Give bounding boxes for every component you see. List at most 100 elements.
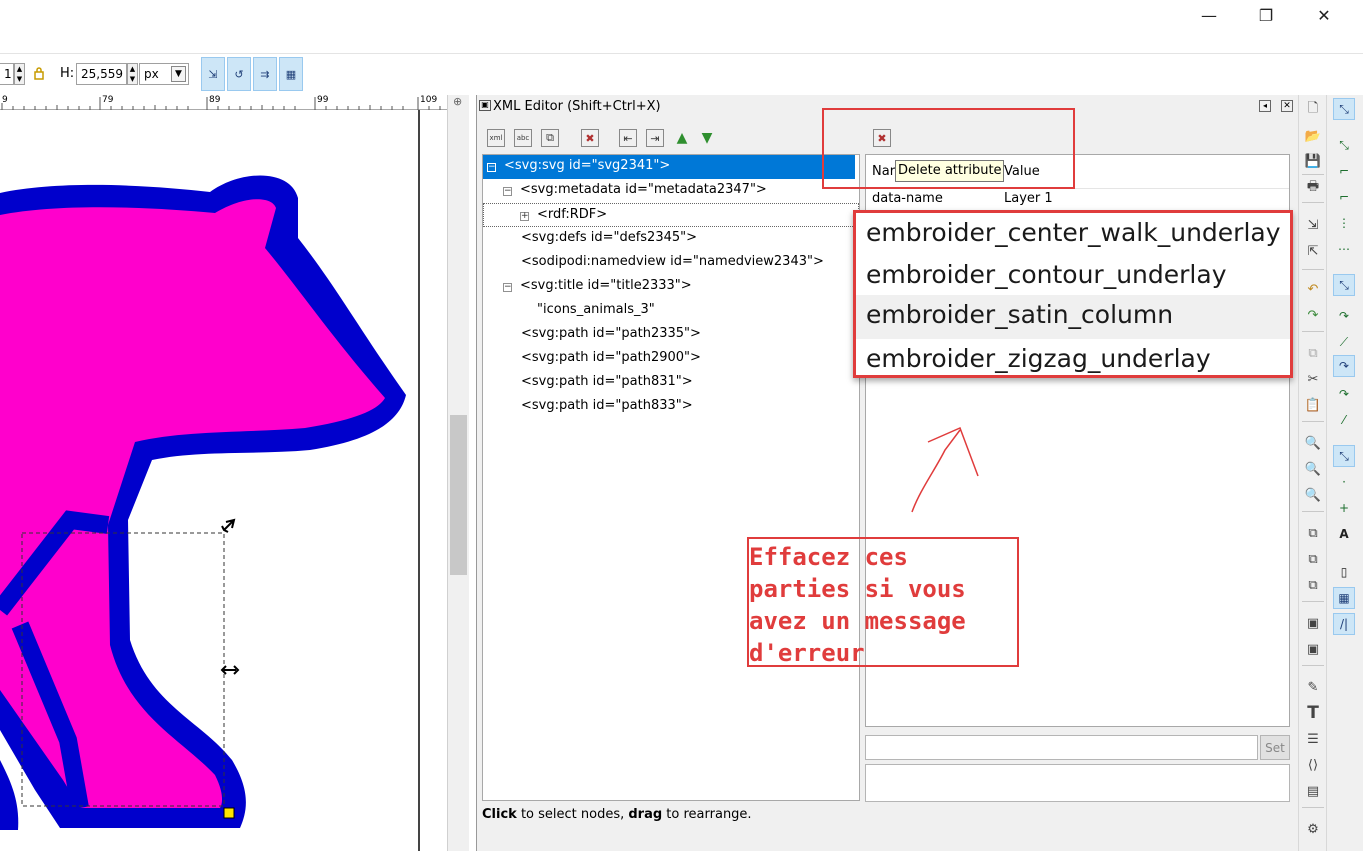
expand-icon[interactable]: + bbox=[520, 212, 529, 221]
group-icon[interactable]: ▣ bbox=[1303, 613, 1323, 633]
undo-icon[interactable]: ↶ bbox=[1303, 279, 1323, 299]
snap-object-midpoints-icon[interactable]: · bbox=[1333, 471, 1355, 493]
panel-iconify-button[interactable]: ◂ bbox=[1259, 100, 1271, 112]
tree-node-path831[interactable]: <svg:path id="path831"> bbox=[521, 371, 693, 395]
close-button[interactable]: ✕ bbox=[1296, 0, 1352, 30]
attribute-value-textarea[interactable] bbox=[865, 764, 1290, 802]
snap-line-midpoints-icon[interactable]: ⁄ bbox=[1333, 409, 1355, 431]
cut-icon[interactable]: ✂ bbox=[1303, 369, 1323, 389]
zoomed-attribute: embroider_satin_column bbox=[856, 295, 1290, 339]
snap-page-border-icon[interactable]: ▯ bbox=[1333, 561, 1355, 583]
tree-node-path833[interactable]: <svg:path id="path833"> bbox=[521, 395, 693, 419]
lower-node-button[interactable]: ▼ bbox=[698, 129, 716, 147]
bear-left-paw bbox=[0, 760, 19, 830]
new-element-node-button[interactable]: xml bbox=[487, 129, 505, 147]
snap-bbox-corner-icon[interactable]: ⌐ bbox=[1333, 186, 1355, 208]
snap-cusp-nodes-icon[interactable]: ↷ bbox=[1333, 355, 1355, 377]
ruler-label: 9 bbox=[2, 95, 8, 105]
width-spinner[interactable]: ▲ ▼ bbox=[14, 63, 25, 85]
text-font-icon[interactable]: T bbox=[1303, 703, 1323, 723]
zoom-icon[interactable]: ⊕ bbox=[453, 95, 462, 108]
raise-node-button[interactable]: ▲ bbox=[673, 129, 691, 147]
copy-icon[interactable]: ⧉ bbox=[1303, 343, 1323, 363]
drawing-canvas[interactable] bbox=[0, 110, 447, 851]
collapse-icon[interactable]: − bbox=[503, 283, 512, 292]
snap-smooth-nodes-icon[interactable]: ↷ bbox=[1333, 383, 1355, 405]
export-icon[interactable]: ⇱ bbox=[1303, 241, 1323, 261]
ungroup-icon[interactable]: ▣ bbox=[1303, 639, 1323, 659]
xml-editor-icon[interactable]: ⟨⟩ bbox=[1303, 755, 1323, 775]
snap-nodes-icon[interactable]: ⤡ bbox=[1333, 274, 1355, 296]
zoom-page-icon[interactable]: 🔍 bbox=[1303, 485, 1323, 505]
scale-handle-right[interactable] bbox=[220, 665, 240, 675]
snap-toggle-icon[interactable]: ⤡ bbox=[1333, 98, 1355, 120]
collapse-icon[interactable]: − bbox=[503, 187, 512, 196]
preferences-icon[interactable]: ⚙ bbox=[1303, 819, 1323, 839]
scale-handle-top-right[interactable] bbox=[221, 518, 236, 533]
print-icon[interactable]: 🖶 bbox=[1303, 178, 1323, 198]
tree-node-path2900[interactable]: <svg:path id="path2900"> bbox=[521, 347, 701, 371]
tree-node-title[interactable]: − <svg:title id="title2333"> bbox=[503, 275, 692, 299]
attribute-row[interactable]: data-name Layer 1 bbox=[872, 191, 1282, 211]
duplicate-icon[interactable]: ⧉ bbox=[1303, 523, 1323, 543]
delete-node-button[interactable]: ✖ bbox=[581, 129, 599, 147]
snap-bbox-center-icon[interactable]: ⋯ bbox=[1333, 238, 1355, 260]
snap-text-baseline-icon[interactable]: A bbox=[1333, 523, 1355, 545]
scale-stroke-button[interactable]: ⇲ bbox=[201, 57, 225, 91]
scale-handle-bottom-right[interactable] bbox=[223, 807, 235, 819]
snap-others-icon[interactable]: ⤡ bbox=[1333, 445, 1355, 467]
new-text-node-button[interactable]: abc bbox=[514, 129, 532, 147]
snap-bbox-icon[interactable]: ⤡ bbox=[1333, 134, 1355, 156]
fill-stroke-icon[interactable]: ✎ bbox=[1303, 677, 1323, 697]
snap-rotation-center-icon[interactable]: + bbox=[1333, 497, 1355, 519]
zoom-drawing-icon[interactable]: 🔍 bbox=[1303, 459, 1323, 479]
move-gradients-button[interactable]: ⇉ bbox=[253, 57, 277, 91]
width-input[interactable]: 1 bbox=[0, 63, 14, 85]
snap-bbox-midpoint-icon[interactable]: ⋮ bbox=[1333, 212, 1355, 234]
tree-node-namedview[interactable]: <sodipodi:namedview id="namedview2343"> bbox=[521, 251, 824, 275]
open-file-icon[interactable]: 📂 bbox=[1303, 126, 1323, 146]
snap-paths-icon[interactable]: ↷ bbox=[1333, 305, 1355, 327]
save-icon[interactable]: 💾 bbox=[1303, 151, 1323, 171]
tree-node-label: <rdf:RDF> bbox=[537, 207, 608, 222]
tree-node-path2335[interactable]: <svg:path id="path2335"> bbox=[521, 323, 701, 347]
redo-icon[interactable]: ↷ bbox=[1303, 305, 1323, 325]
scale-corners-button[interactable]: ↺ bbox=[227, 57, 251, 91]
snap-bbox-edge-icon[interactable]: ⌐ bbox=[1333, 160, 1355, 182]
node-tree[interactable]: − <svg:svg id="svg2341"> − <svg:metadata i… bbox=[482, 154, 860, 801]
tree-node-rdf[interactable]: + <rdf:RDF> bbox=[483, 203, 859, 227]
panel-close-button[interactable]: ✕ bbox=[1281, 100, 1293, 112]
lock-icon[interactable] bbox=[33, 66, 45, 80]
unit-select[interactable]: px ▼ bbox=[139, 63, 189, 85]
window-title-bar: — ❐ ✕ bbox=[0, 0, 1363, 54]
tree-node-svg[interactable]: − <svg:svg id="svg2341"> bbox=[483, 155, 855, 179]
collapse-icon[interactable]: − bbox=[487, 163, 496, 172]
snap-intersections-icon[interactable]: ⟋ bbox=[1333, 331, 1355, 353]
paste-icon[interactable]: 📋 bbox=[1303, 395, 1323, 415]
move-patterns-button[interactable]: ▦ bbox=[279, 57, 303, 91]
import-icon[interactable]: ⇲ bbox=[1303, 215, 1323, 235]
snap-guides-icon[interactable]: /| bbox=[1333, 613, 1355, 635]
scrollbar-thumb[interactable] bbox=[450, 415, 467, 575]
unindent-node-button[interactable]: ⇤ bbox=[619, 129, 637, 147]
indent-node-button[interactable]: ⇥ bbox=[646, 129, 664, 147]
unlink-clone-icon[interactable]: ⧉ bbox=[1303, 575, 1323, 595]
duplicate-node-button[interactable]: ⧉ bbox=[541, 129, 559, 147]
tree-node-metadata[interactable]: − <svg:metadata id="metadata2347"> bbox=[503, 179, 767, 203]
clone-icon[interactable]: ⧉ bbox=[1303, 549, 1323, 569]
restore-button[interactable]: ❐ bbox=[1238, 0, 1294, 30]
zoom-selection-icon[interactable]: 🔍 bbox=[1303, 433, 1323, 453]
minimize-button[interactable]: — bbox=[1181, 0, 1237, 30]
height-spinner[interactable]: ▲ ▼ bbox=[127, 63, 138, 85]
attribute-value-input[interactable] bbox=[865, 735, 1258, 760]
new-document-icon[interactable]: 🗋 bbox=[1303, 100, 1323, 120]
snap-grid-icon[interactable]: ▦ bbox=[1333, 587, 1355, 609]
minimize-icon: — bbox=[1201, 5, 1217, 25]
height-input[interactable]: 25,559 bbox=[76, 63, 127, 85]
set-button[interactable]: Set bbox=[1260, 735, 1290, 760]
tree-node-title-text[interactable]: "icons_animals_3" bbox=[537, 299, 655, 323]
tree-node-defs[interactable]: <svg:defs id="defs2345"> bbox=[521, 227, 697, 251]
layers-icon[interactable]: ☰ bbox=[1303, 729, 1323, 749]
snap-controls-bar: ⤡ ⤡ ⌐ ⌐ ⋮ ⋯ ⤡ ↷ ⟋ ↷ ↷ ⁄ ⤡ · + A ▯ ▦ /| bbox=[1326, 95, 1363, 851]
align-distribute-icon[interactable]: ▤ bbox=[1303, 781, 1323, 801]
